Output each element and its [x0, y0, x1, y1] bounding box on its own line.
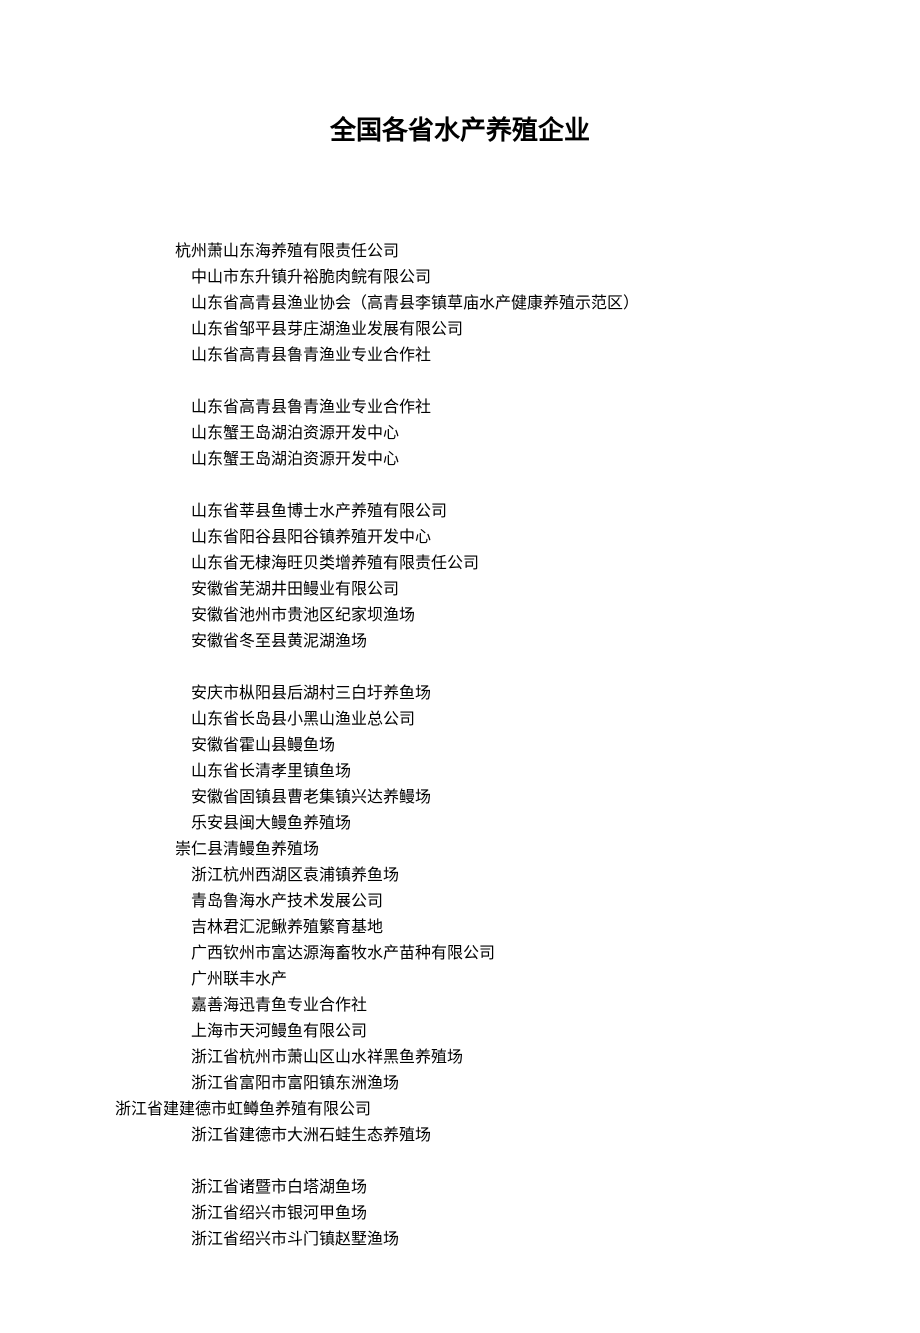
list-item: 山东省邹平县芽庄湖渔业发展有限公司 — [115, 317, 805, 343]
document-title: 全国各省水产养殖企业 — [115, 110, 805, 147]
list-item: 安庆市枞阳县后湖村三白圩养鱼场 — [115, 681, 805, 707]
list-item: 浙江省建德市大洲石蛙生态养殖场 — [115, 1123, 805, 1149]
list-item: 安徽省霍山县鳗鱼场 — [115, 733, 805, 759]
group-spacer — [115, 369, 805, 395]
list-item: 杭州萧山东海养殖有限责任公司 — [115, 239, 805, 265]
group-spacer — [115, 1149, 805, 1175]
list-item: 浙江省绍兴市银河甲鱼场 — [115, 1201, 805, 1227]
list-item: 山东省阳谷县阳谷镇养殖开发中心 — [115, 525, 805, 551]
list-item: 崇仁县清鳗鱼养殖场 — [115, 837, 805, 863]
list-item: 山东省高青县鲁青渔业专业合作社 — [115, 343, 805, 369]
list-item: 浙江省杭州市萧山区山水祥黑鱼养殖场 — [115, 1045, 805, 1071]
list-item: 山东省莘县鱼博士水产养殖有限公司 — [115, 499, 805, 525]
group-spacer — [115, 655, 805, 681]
list-item: 浙江杭州西湖区袁浦镇养鱼场 — [115, 863, 805, 889]
group-spacer — [115, 473, 805, 499]
list-item: 山东蟹王岛湖泊资源开发中心 — [115, 421, 805, 447]
list-item: 山东蟹王岛湖泊资源开发中心 — [115, 447, 805, 473]
list-item: 乐安县闽大鳗鱼养殖场 — [115, 811, 805, 837]
list-item: 上海市天河鳗鱼有限公司 — [115, 1019, 805, 1045]
list-item: 山东省无棣海旺贝类增养殖有限责任公司 — [115, 551, 805, 577]
list-item: 安徽省芜湖井田鳗业有限公司 — [115, 577, 805, 603]
list-item: 浙江省绍兴市斗门镇赵墅渔场 — [115, 1227, 805, 1253]
document-content: 杭州萧山东海养殖有限责任公司中山市东升镇升裕脆肉鲩有限公司山东省高青县渔业协会（… — [115, 239, 805, 1253]
list-item: 广州联丰水产 — [115, 967, 805, 993]
list-item: 中山市东升镇升裕脆肉鲩有限公司 — [115, 265, 805, 291]
list-item: 安徽省固镇县曹老集镇兴达养鳗场 — [115, 785, 805, 811]
document-page: 全国各省水产养殖企业 杭州萧山东海养殖有限责任公司中山市东升镇升裕脆肉鲩有限公司… — [0, 0, 920, 1333]
list-item: 安徽省冬至县黄泥湖渔场 — [115, 629, 805, 655]
list-item: 浙江省诸暨市白塔湖鱼场 — [115, 1175, 805, 1201]
list-item: 山东省长岛县小黑山渔业总公司 — [115, 707, 805, 733]
list-item: 吉林君汇泥鳅养殖繁育基地 — [115, 915, 805, 941]
list-item: 山东省高青县鲁青渔业专业合作社 — [115, 395, 805, 421]
list-item: 山东省高青县渔业协会（高青县李镇草庙水产健康养殖示范区） — [115, 291, 805, 317]
list-item: 山东省长清孝里镇鱼场 — [115, 759, 805, 785]
list-item: 青岛鲁海水产技术发展公司 — [115, 889, 805, 915]
list-item: 浙江省富阳市富阳镇东洲渔场 — [115, 1071, 805, 1097]
list-item: 广西钦州市富达源海畜牧水产苗种有限公司 — [115, 941, 805, 967]
list-item: 嘉善海迅青鱼专业合作社 — [115, 993, 805, 1019]
list-item: 安徽省池州市贵池区纪家坝渔场 — [115, 603, 805, 629]
list-item: 浙江省建建德市虹鳟鱼养殖有限公司 — [115, 1097, 805, 1123]
